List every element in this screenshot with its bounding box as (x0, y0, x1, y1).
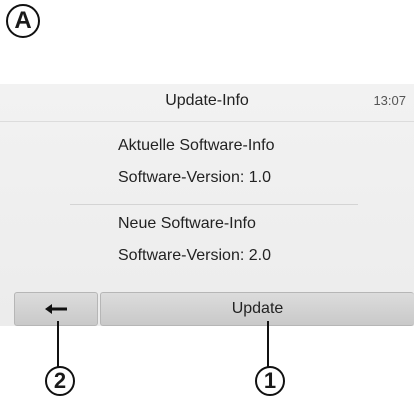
callout-number-update: 1 (255, 366, 285, 396)
update-button-label: Update (231, 300, 284, 317)
clock: 13:07 (373, 93, 406, 108)
back-button[interactable] (14, 292, 98, 326)
update-info-screen: Update-Info 13:07 Aktuelle Software-Info… (0, 84, 414, 326)
callout-line-update (267, 321, 269, 367)
current-software-version: Software-Version: 1.0 (118, 169, 271, 186)
callout-line-back (57, 321, 59, 367)
new-software-version: Software-Version: 2.0 (118, 247, 271, 264)
header-bar: Update-Info 13:07 (0, 84, 414, 122)
figure-label-a: A (6, 4, 40, 38)
current-software-heading: Aktuelle Software-Info (118, 137, 275, 154)
left-arrow-icon (45, 304, 67, 314)
callout-number-back: 2 (45, 366, 75, 396)
page-title: Update-Info (165, 92, 249, 109)
new-software-heading: Neue Software-Info (118, 215, 256, 232)
update-button[interactable]: Update (100, 292, 414, 326)
section-divider (70, 204, 358, 205)
